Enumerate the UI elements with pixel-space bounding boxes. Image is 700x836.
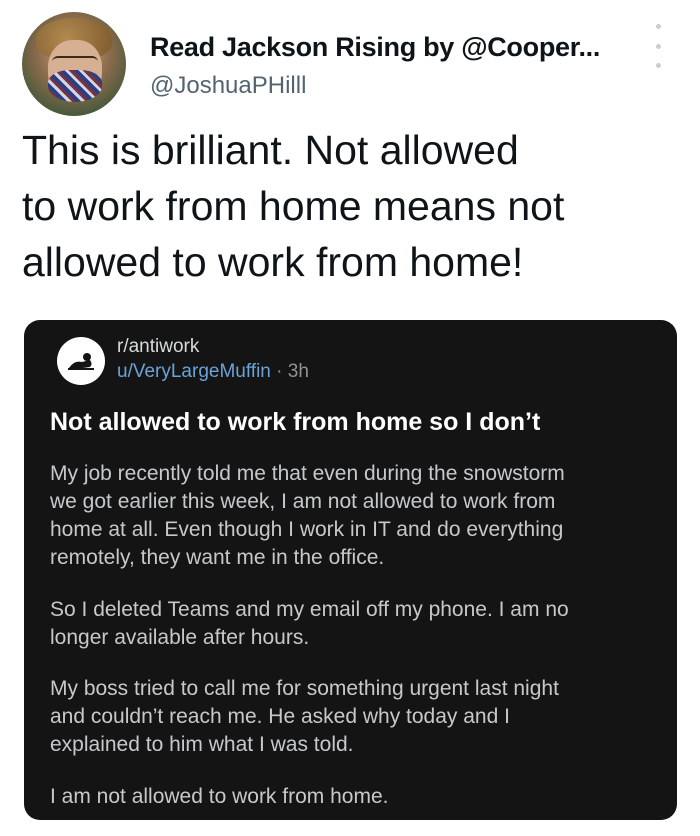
paragraph-line: So I deleted Teams and my email off my p… — [50, 598, 569, 621]
paragraph-line: home at all. Even though I work in IT an… — [50, 518, 564, 541]
paragraph-line: remotely, they want me in the office. — [50, 546, 385, 569]
post-author-link[interactable]: u/VeryLargeMuffin — [117, 361, 271, 382]
paragraph-line: My boss tried to call me for something u… — [50, 677, 559, 700]
post-paragraph: So I deleted Teams and my email off my p… — [50, 596, 670, 652]
tweet-header: Read Jackson Rising by @Cooper... @Joshu… — [0, 0, 700, 120]
tweet-text-line: to work from home means not — [22, 183, 565, 229]
user-handle[interactable]: @JoshuaPHilll — [150, 72, 306, 100]
profile-avatar[interactable] — [22, 12, 126, 116]
more-options-icon[interactable] — [652, 24, 664, 68]
embedded-reddit-post[interactable]: r/antiwork u/VeryLargeMuffin · 3h Not al… — [24, 320, 677, 820]
tweet-text: This is brilliant. Not allowed to work f… — [22, 122, 662, 290]
paragraph-line: explained to him what I was told. — [50, 733, 354, 756]
paragraph-line: and couldn’t reach me. He asked why toda… — [50, 705, 510, 728]
paragraph-line: My job recently told me that even during… — [50, 462, 565, 485]
avatar-glasses — [52, 56, 98, 70]
paragraph-line: I am not allowed to work from home. — [50, 785, 389, 808]
post-age: 3h — [287, 361, 309, 382]
post-paragraph: My boss tried to call me for something u… — [50, 675, 670, 759]
display-name[interactable]: Read Jackson Rising by @Cooper... — [150, 32, 600, 63]
tweet-text-line: This is brilliant. Not allowed — [22, 127, 519, 173]
subreddit-avatar-icon[interactable] — [57, 337, 105, 385]
post-meta: u/VeryLargeMuffin · 3h — [117, 361, 309, 383]
paragraph-line: we got earlier this week, I am not allow… — [50, 490, 556, 513]
reclining-figure-icon — [68, 353, 94, 370]
meta-separator: · — [276, 361, 283, 382]
subreddit-name[interactable]: r/antiwork — [117, 336, 199, 358]
post-paragraph: I am not allowed to work from home. — [50, 783, 670, 811]
tweet-text-line: allowed to work from home! — [22, 239, 524, 285]
post-paragraph: My job recently told me that even during… — [50, 460, 670, 572]
post-title[interactable]: Not allowed to work from home so I don’t — [50, 408, 660, 437]
avatar-mask — [48, 70, 102, 102]
paragraph-line: longer available after hours. — [50, 626, 310, 649]
